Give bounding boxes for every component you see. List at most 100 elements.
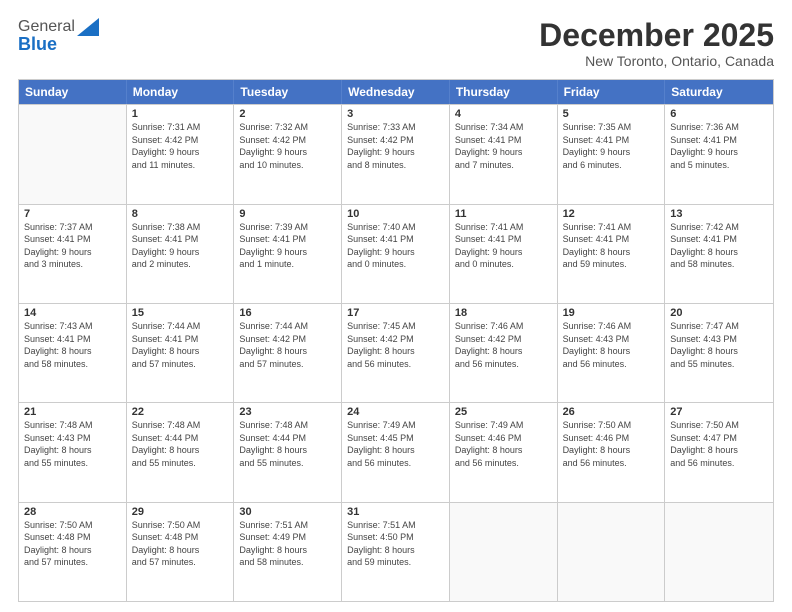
day-number: 25 [455, 406, 552, 418]
cell-info: Sunrise: 7:44 AM Sunset: 4:41 PM Dayligh… [132, 320, 229, 370]
calendar-cell [19, 105, 127, 203]
day-number: 11 [455, 208, 552, 220]
cell-info: Sunrise: 7:45 AM Sunset: 4:42 PM Dayligh… [347, 320, 444, 370]
calendar-cell: 30Sunrise: 7:51 AM Sunset: 4:49 PM Dayli… [234, 503, 342, 601]
day-number: 31 [347, 506, 444, 518]
header-day-wednesday: Wednesday [342, 80, 450, 104]
cell-info: Sunrise: 7:46 AM Sunset: 4:43 PM Dayligh… [563, 320, 660, 370]
day-number: 28 [24, 506, 121, 518]
calendar-cell: 31Sunrise: 7:51 AM Sunset: 4:50 PM Dayli… [342, 503, 450, 601]
cell-info: Sunrise: 7:42 AM Sunset: 4:41 PM Dayligh… [670, 221, 768, 271]
cell-info: Sunrise: 7:38 AM Sunset: 4:41 PM Dayligh… [132, 221, 229, 271]
cell-info: Sunrise: 7:43 AM Sunset: 4:41 PM Dayligh… [24, 320, 121, 370]
calendar-cell: 27Sunrise: 7:50 AM Sunset: 4:47 PM Dayli… [665, 403, 773, 501]
cell-info: Sunrise: 7:49 AM Sunset: 4:45 PM Dayligh… [347, 419, 444, 469]
header-day-monday: Monday [127, 80, 235, 104]
calendar-cell: 8Sunrise: 7:38 AM Sunset: 4:41 PM Daylig… [127, 205, 235, 303]
header-day-friday: Friday [558, 80, 666, 104]
calendar-cell: 7Sunrise: 7:37 AM Sunset: 4:41 PM Daylig… [19, 205, 127, 303]
calendar-cell: 9Sunrise: 7:39 AM Sunset: 4:41 PM Daylig… [234, 205, 342, 303]
cell-info: Sunrise: 7:46 AM Sunset: 4:42 PM Dayligh… [455, 320, 552, 370]
calendar-row-1: 7Sunrise: 7:37 AM Sunset: 4:41 PM Daylig… [19, 204, 773, 303]
calendar-cell: 11Sunrise: 7:41 AM Sunset: 4:41 PM Dayli… [450, 205, 558, 303]
day-number: 23 [239, 406, 336, 418]
calendar-row-3: 21Sunrise: 7:48 AM Sunset: 4:43 PM Dayli… [19, 402, 773, 501]
month-title: December 2025 [539, 18, 774, 53]
calendar-cell: 15Sunrise: 7:44 AM Sunset: 4:41 PM Dayli… [127, 304, 235, 402]
header: General Blue December 2025 New Toronto, … [18, 18, 774, 69]
day-number: 10 [347, 208, 444, 220]
logo-icon [77, 18, 99, 36]
calendar-row-4: 28 Sunrise: 7:50 AM Sunset: 4:48 PM Dayli… [19, 502, 773, 601]
calendar-cell: 17Sunrise: 7:45 AM Sunset: 4:42 PM Dayli… [342, 304, 450, 402]
cell-info: Sunrise: 7:36 AM Sunset: 4:41 PM Dayligh… [670, 121, 768, 171]
cell-info: Sunrise: 7:41 AM Sunset: 4:41 PM Dayligh… [563, 221, 660, 271]
header-day-tuesday: Tuesday [234, 80, 342, 104]
day-number: 13 [670, 208, 768, 220]
cell-info: Sunrise: 7:48 AM Sunset: 4:44 PM Dayligh… [239, 419, 336, 469]
day-number: 7 [24, 208, 121, 220]
cell-info: Sunrise: 7:50 AM Sunset: 4:47 PM Dayligh… [670, 419, 768, 469]
day-number: 29 [132, 506, 229, 518]
calendar-cell: 14Sunrise: 7:43 AM Sunset: 4:41 PM Dayli… [19, 304, 127, 402]
cell-info: Sunrise: 7:51 AM Sunset: 4:49 PM Dayligh… [239, 519, 336, 569]
day-number: 12 [563, 208, 660, 220]
cell-info: Sunrise: 7:47 AM Sunset: 4:43 PM Dayligh… [670, 320, 768, 370]
cell-info: Sunrise: 7:50 AM Sunset: 4:48 PM Dayligh… [132, 519, 229, 569]
day-number: 18 [455, 307, 552, 319]
cell-info: Sunrise: 7:44 AM Sunset: 4:42 PM Dayligh… [239, 320, 336, 370]
calendar-cell: 13Sunrise: 7:42 AM Sunset: 4:41 PM Dayli… [665, 205, 773, 303]
calendar-cell: 3Sunrise: 7:33 AM Sunset: 4:42 PM Daylig… [342, 105, 450, 203]
calendar-cell: 29Sunrise: 7:50 AM Sunset: 4:48 PM Dayli… [127, 503, 235, 601]
day-number: 9 [239, 208, 336, 220]
header-day-saturday: Saturday [665, 80, 773, 104]
calendar-cell: 18Sunrise: 7:46 AM Sunset: 4:42 PM Dayli… [450, 304, 558, 402]
calendar-body: 1Sunrise: 7:31 AM Sunset: 4:42 PM Daylig… [19, 104, 773, 601]
day-number: 19 [563, 307, 660, 319]
calendar-cell: 6Sunrise: 7:36 AM Sunset: 4:41 PM Daylig… [665, 105, 773, 203]
calendar-cell: 16Sunrise: 7:44 AM Sunset: 4:42 PM Dayli… [234, 304, 342, 402]
cell-info: Sunrise: 7:35 AM Sunset: 4:41 PM Dayligh… [563, 121, 660, 171]
cell-info: Sunrise: 7:40 AM Sunset: 4:41 PM Dayligh… [347, 221, 444, 271]
calendar-header: SundayMondayTuesdayWednesdayThursdayFrid… [19, 80, 773, 104]
day-number: 16 [239, 307, 336, 319]
day-number: 27 [670, 406, 768, 418]
day-number: 20 [670, 307, 768, 319]
cell-info: Sunrise: 7:49 AM Sunset: 4:46 PM Dayligh… [455, 419, 552, 469]
calendar-cell [450, 503, 558, 601]
calendar-row-0: 1Sunrise: 7:31 AM Sunset: 4:42 PM Daylig… [19, 104, 773, 203]
calendar-cell: 26Sunrise: 7:50 AM Sunset: 4:46 PM Dayli… [558, 403, 666, 501]
day-number: 6 [670, 108, 768, 120]
day-number: 26 [563, 406, 660, 418]
cell-info: Sunrise: 7:50 AM Sunset: 4:46 PM Dayligh… [563, 419, 660, 469]
cell-info: Sunrise: 7:37 AM Sunset: 4:41 PM Dayligh… [24, 221, 121, 271]
calendar-cell: 22Sunrise: 7:48 AM Sunset: 4:44 PM Dayli… [127, 403, 235, 501]
logo-blue-text: Blue [18, 34, 57, 55]
day-number: 15 [132, 307, 229, 319]
day-number: 4 [455, 108, 552, 120]
calendar-cell: 1Sunrise: 7:31 AM Sunset: 4:42 PM Daylig… [127, 105, 235, 203]
day-number: 17 [347, 307, 444, 319]
day-number: 5 [563, 108, 660, 120]
day-number: 2 [239, 108, 336, 120]
day-number: 3 [347, 108, 444, 120]
calendar: SundayMondayTuesdayWednesdayThursdayFrid… [18, 79, 774, 602]
cell-info: Sunrise: 7:48 AM Sunset: 4:43 PM Dayligh… [24, 419, 121, 469]
calendar-cell: 12Sunrise: 7:41 AM Sunset: 4:41 PM Dayli… [558, 205, 666, 303]
cell-info: Sunrise: 7:39 AM Sunset: 4:41 PM Dayligh… [239, 221, 336, 271]
cell-info: Sunrise: 7:33 AM Sunset: 4:42 PM Dayligh… [347, 121, 444, 171]
day-number: 1 [132, 108, 229, 120]
calendar-cell [558, 503, 666, 601]
cell-info: Sunrise: 7:34 AM Sunset: 4:41 PM Dayligh… [455, 121, 552, 171]
calendar-cell: 5Sunrise: 7:35 AM Sunset: 4:41 PM Daylig… [558, 105, 666, 203]
day-number: 8 [132, 208, 229, 220]
cell-info: Sunrise: 7:48 AM Sunset: 4:44 PM Dayligh… [132, 419, 229, 469]
calendar-cell: 23Sunrise: 7:48 AM Sunset: 4:44 PM Dayli… [234, 403, 342, 501]
cell-info: Sunrise: 7:32 AM Sunset: 4:42 PM Dayligh… [239, 121, 336, 171]
calendar-cell: 21Sunrise: 7:48 AM Sunset: 4:43 PM Dayli… [19, 403, 127, 501]
header-day-thursday: Thursday [450, 80, 558, 104]
location-subtitle: New Toronto, Ontario, Canada [539, 53, 774, 69]
calendar-cell: 24Sunrise: 7:49 AM Sunset: 4:45 PM Dayli… [342, 403, 450, 501]
header-day-sunday: Sunday [19, 80, 127, 104]
calendar-cell: 10Sunrise: 7:40 AM Sunset: 4:41 PM Dayli… [342, 205, 450, 303]
